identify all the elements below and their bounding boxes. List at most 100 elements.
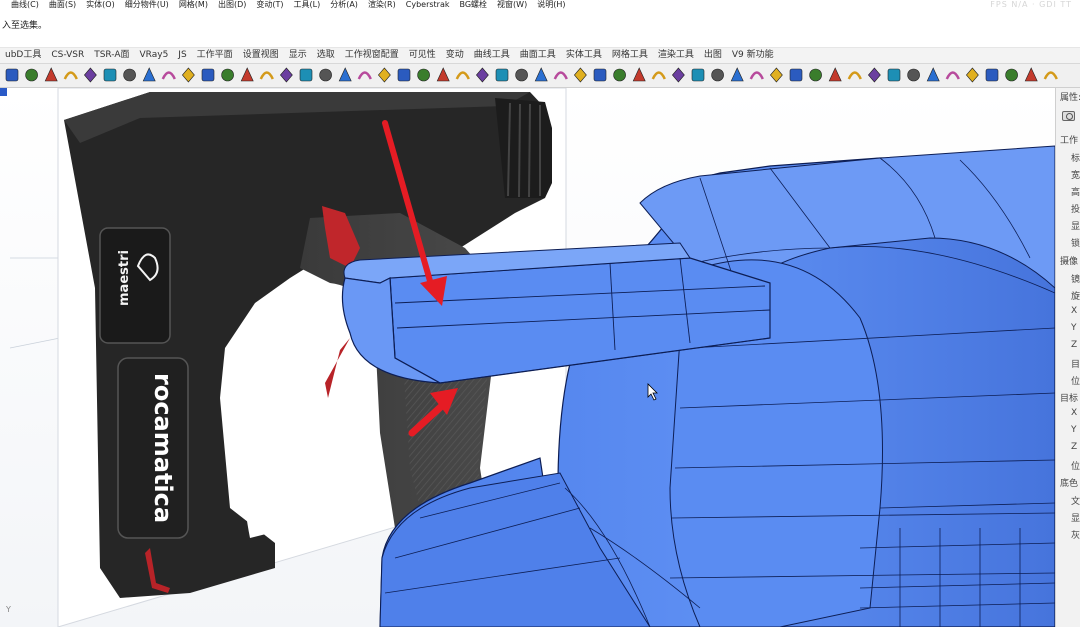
toolbar-tool-icon[interactable]	[632, 67, 646, 82]
toolbar-tool-icon[interactable]	[651, 71, 666, 80]
toolbar-tool-icon[interactable]	[44, 67, 58, 82]
toolbar-tool-icon[interactable]	[926, 67, 940, 82]
toolbar-tool-icon[interactable]	[280, 67, 293, 83]
prop-row: 高	[1071, 188, 1080, 198]
tab-set-view[interactable]: 设置视图	[238, 48, 284, 63]
toolbar-tool-icon[interactable]	[259, 71, 274, 80]
menu-subd[interactable]: 细分物件(U)	[120, 0, 174, 9]
toolbar-tool-icon[interactable]	[1043, 71, 1058, 80]
toolbar-tool-icon[interactable]	[25, 68, 38, 82]
tab-visibility[interactable]: 可见性	[404, 48, 441, 63]
toolbar-tool-icon[interactable]	[63, 71, 78, 80]
toolbar-tool-icon[interactable]	[319, 68, 332, 82]
toolbar-tool-icon[interactable]	[397, 68, 411, 82]
toolbar-tool-icon[interactable]	[221, 68, 234, 82]
toolbar-tool-icon[interactable]	[672, 67, 685, 83]
toolbar-tool-icon[interactable]	[338, 67, 352, 82]
tab-mesh-tools[interactable]: 网格工具	[607, 48, 653, 63]
tab-select[interactable]: 选取	[312, 48, 340, 63]
toolbar-tool-icon[interactable]	[730, 67, 744, 82]
menu-transform[interactable]: 变动(T)	[251, 0, 288, 9]
tab-curve-tools[interactable]: 曲线工具	[469, 48, 515, 63]
tab-tsr-a[interactable]: TSR-A面	[89, 48, 134, 63]
command-history[interactable]: 入至选集。	[0, 12, 1080, 48]
toolbar-tool-icon[interactable]	[749, 71, 764, 80]
tab-display[interactable]: 显示	[284, 48, 312, 63]
toolbar-tool-icon[interactable]	[1005, 68, 1018, 82]
toolbar-tool-icon[interactable]	[161, 71, 176, 80]
tab-transform[interactable]: 变动	[441, 48, 469, 63]
prop-row: 宽	[1071, 171, 1080, 181]
toolbar-tool-icon[interactable]	[201, 68, 215, 82]
toolbar-tool-icon[interactable]	[553, 71, 568, 80]
menu-drafting[interactable]: 出图(D)	[213, 0, 251, 9]
toolbar-tool-icon[interactable]	[711, 68, 724, 82]
tab-render-tools[interactable]: 渲染工具	[653, 48, 699, 63]
menu-help[interactable]: 说明(H)	[532, 0, 570, 9]
toolbar-tool-icon[interactable]	[691, 68, 705, 82]
toolbar-tool-icon[interactable]	[5, 68, 19, 82]
toolbar-tool-icon[interactable]	[907, 68, 920, 82]
toolbar-tool-icon[interactable]	[534, 67, 548, 82]
tab-solid-tools[interactable]: 实体工具	[561, 48, 607, 63]
toolbar-tool-icon[interactable]	[103, 68, 117, 82]
menu-render[interactable]: 渲染(R)	[363, 0, 401, 9]
toolbar-tool-icon[interactable]	[299, 68, 313, 82]
toolbar-tool-icon[interactable]	[357, 71, 372, 80]
perspective-viewport[interactable]: maestri rocamatica Y	[0, 88, 1055, 627]
tab-v9-new[interactable]: V9 新功能	[727, 48, 779, 63]
tab-js[interactable]: JS	[173, 48, 191, 63]
toolbar-tool-icon[interactable]	[240, 67, 254, 82]
tab-surface-tools[interactable]: 曲面工具	[515, 48, 561, 63]
tab-subd-tools[interactable]: ubD工具	[0, 48, 46, 63]
toolbar-tool-icon[interactable]	[847, 71, 862, 80]
toolbar-tool-icon[interactable]	[770, 67, 783, 83]
toolbar-tool-icon[interactable]	[593, 68, 607, 82]
menu-tools[interactable]: 工具(L)	[289, 0, 326, 9]
toolbar-tool-icon[interactable]	[142, 67, 156, 82]
menu-viewport[interactable]: 视窗(W)	[492, 0, 532, 9]
prop-row: 锁	[1071, 239, 1080, 249]
menu-bg-bolt[interactable]: BG螺栓	[455, 0, 493, 9]
prop-row: Y	[1071, 323, 1077, 333]
menu-surface[interactable]: 曲面(S)	[44, 0, 81, 9]
toolbar-tool-icon[interactable]	[966, 67, 979, 83]
toolbar-tool-icon[interactable]	[985, 68, 999, 82]
viewport-menu-icon[interactable]	[0, 88, 7, 96]
menu-curve[interactable]: 曲线(C)	[6, 0, 44, 9]
tab-viewport-layout[interactable]: 工作视窗配置	[340, 48, 404, 63]
toolbar-tool-icon[interactable]	[476, 67, 489, 83]
toolbar-tool-icon[interactable]	[887, 68, 901, 82]
menu-solid[interactable]: 实体(O)	[81, 0, 120, 9]
toolbar-tool-icon[interactable]	[789, 68, 803, 82]
toolbar-tool-icon[interactable]	[574, 67, 587, 83]
toolbar-tool-icon[interactable]	[613, 68, 626, 82]
toolbar-tool-icon[interactable]	[417, 68, 430, 82]
toolbar-tool-icon[interactable]	[809, 68, 822, 82]
toolbar-tool-icon[interactable]	[515, 68, 528, 82]
tab-drafting[interactable]: 出图	[699, 48, 727, 63]
toolbar-tool-icon[interactable]	[378, 67, 391, 83]
toolbar-tool-icon[interactable]	[123, 68, 136, 82]
toolbar-tool-icon[interactable]	[828, 67, 842, 82]
toolbar-tool-icon[interactable]	[945, 71, 960, 80]
prop-row: 投	[1071, 205, 1080, 215]
prop-row: Z	[1071, 442, 1078, 452]
prop-row: X	[1071, 408, 1078, 418]
prop-section-wallpaper: 底色	[1060, 479, 1079, 489]
menu-analyze[interactable]: 分析(A)	[325, 0, 363, 9]
toolbar-tool-icon[interactable]	[84, 67, 97, 83]
menu-cyberstrak[interactable]: Cyberstrak	[401, 0, 455, 9]
tab-vray5[interactable]: VRay5	[135, 48, 174, 63]
camera-icon[interactable]	[1062, 111, 1075, 121]
tab-cplane[interactable]: 工作平面	[192, 48, 238, 63]
tab-cs-vsr[interactable]: CS-VSR	[46, 48, 89, 63]
properties-panel[interactable]: 属性: 工作 标 宽 高 投 显 锁 摄像 镜 旋 X Y Z 目 位 目标 X…	[1055, 88, 1080, 627]
toolbar-tool-icon[interactable]	[868, 67, 881, 83]
toolbar-tool-icon[interactable]	[455, 71, 470, 80]
toolbar-tool-icon[interactable]	[436, 67, 450, 82]
toolbar-tool-icon[interactable]	[182, 67, 195, 83]
toolbar-tool-icon[interactable]	[1024, 67, 1038, 82]
toolbar-tool-icon[interactable]	[495, 68, 509, 82]
menu-mesh[interactable]: 网格(M)	[174, 0, 213, 9]
